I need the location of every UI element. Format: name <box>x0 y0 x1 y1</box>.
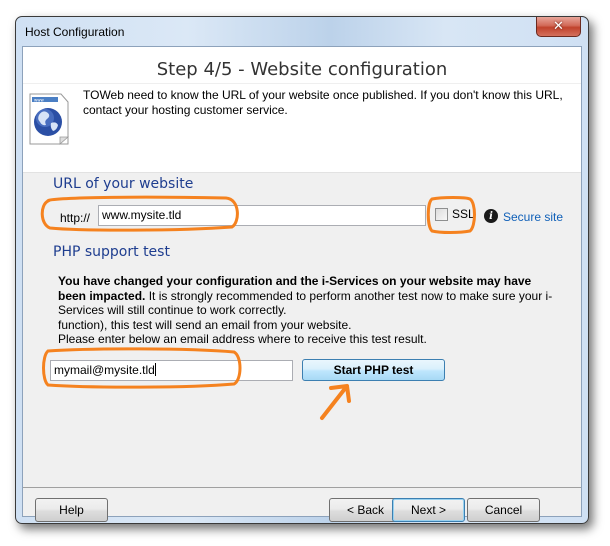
next-button[interactable]: Next > <box>392 498 465 522</box>
test-email-input[interactable]: mymail@mysite.tld <box>50 360 293 381</box>
header-panel: Step 4/5 - Website configuration www TOW… <box>23 47 581 173</box>
header-divider <box>23 83 581 84</box>
website-url-input[interactable]: www.mysite.tld <box>98 205 426 226</box>
email-value: mymail@mysite.tld <box>54 363 155 377</box>
footer-divider <box>23 487 581 488</box>
step-title: Step 4/5 - Website configuration <box>156 59 448 80</box>
cancel-button[interactable]: Cancel <box>467 498 540 522</box>
close-button[interactable]: ✕ <box>536 17 581 37</box>
info-icon: i <box>484 209 498 223</box>
help-button[interactable]: Help <box>35 498 108 522</box>
title-bar[interactable]: Host Configuration ✕ <box>16 17 588 47</box>
php-email-instruction: Please enter below an email address wher… <box>58 332 427 346</box>
svg-text:www: www <box>34 97 45 102</box>
start-php-test-button[interactable]: Start PHP test <box>302 359 445 381</box>
web-page-globe-icon: www <box>29 93 70 145</box>
php-test-description: You have changed your configuration and … <box>58 274 558 347</box>
ssl-checkbox[interactable] <box>435 207 448 221</box>
url-section-title: URL of your website <box>53 176 194 192</box>
ssl-label[interactable]: SSL <box>452 207 475 221</box>
close-icon: ✕ <box>553 19 564 34</box>
host-configuration-dialog: Host Configuration ✕ Step 4/5 - Website … <box>15 16 589 524</box>
ssl-checkbox-group[interactable]: SSL <box>435 207 475 221</box>
window-title: Host Configuration <box>25 25 125 39</box>
http-prefix-label: http:// <box>60 211 91 225</box>
text-caret <box>154 363 156 376</box>
dialog-content: Step 4/5 - Website configuration www TOW… <box>22 46 582 522</box>
intro-text: TOWeb need to know the URL of your websi… <box>83 88 563 117</box>
php-function-text: function), this test will send an email … <box>58 317 352 332</box>
php-section-title: PHP support test <box>53 244 170 260</box>
secure-site-link[interactable]: Secure site <box>503 210 563 224</box>
